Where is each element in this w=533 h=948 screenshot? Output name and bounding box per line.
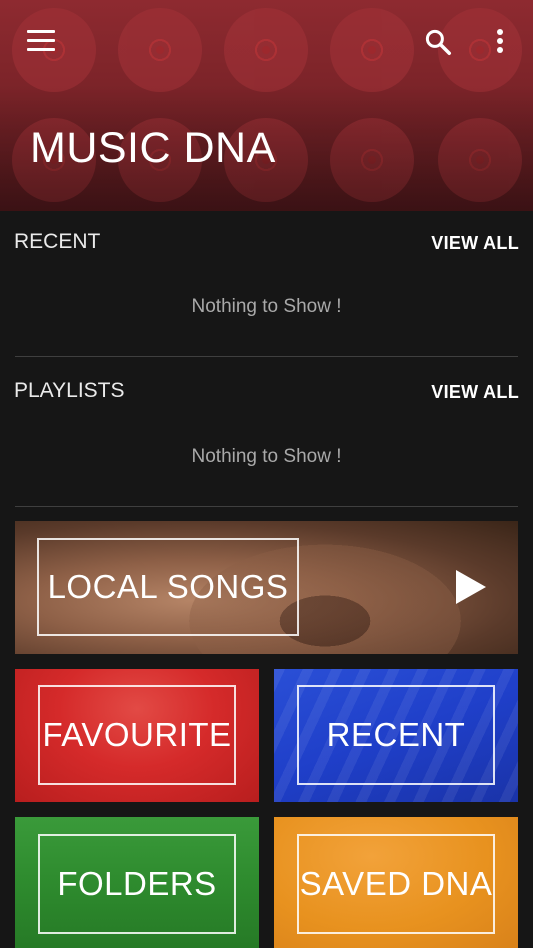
recent-frame: RECENT <box>297 685 495 785</box>
folders-tile[interactable]: FOLDERS <box>15 817 259 948</box>
divider <box>15 356 518 357</box>
header-shade <box>0 0 533 211</box>
recent-section-title: RECENT <box>14 230 101 253</box>
local-songs-label: LOCAL SONGS <box>47 568 289 605</box>
recent-empty-text: Nothing to Show ! <box>191 296 342 317</box>
search-icon[interactable] <box>423 27 453 57</box>
folders-label: FOLDERS <box>57 865 217 902</box>
folders-frame: FOLDERS <box>38 834 236 934</box>
playlists-view-all-button[interactable]: VIEW ALL <box>431 382 519 403</box>
saved-dna-frame: SAVED DNA <box>297 834 495 934</box>
local-songs-frame: LOCAL SONGS <box>37 538 299 636</box>
favourite-frame: FAVOURITE <box>38 685 236 785</box>
app-title: MUSIC DNA <box>30 124 276 172</box>
favourite-label: FAVOURITE <box>42 716 232 753</box>
playlists-empty-text: Nothing to Show ! <box>191 446 342 467</box>
playlists-section-title: PLAYLISTS <box>14 379 125 402</box>
more-vert-icon[interactable] <box>490 26 510 58</box>
divider <box>15 506 518 507</box>
play-icon[interactable] <box>456 570 486 609</box>
local-songs-tile[interactable]: LOCAL SONGS <box>15 521 518 654</box>
favourite-tile[interactable]: FAVOURITE <box>15 669 259 802</box>
saved-dna-tile[interactable]: SAVED DNA <box>274 817 518 948</box>
recent-view-all-button[interactable]: VIEW ALL <box>431 233 519 254</box>
app-header: MUSIC DNA <box>0 0 533 211</box>
hamburger-menu-icon[interactable] <box>27 30 55 52</box>
recent-tile-label: RECENT <box>326 716 466 753</box>
saved-dna-label: SAVED DNA <box>299 865 493 902</box>
recent-tile[interactable]: RECENT <box>274 669 518 802</box>
